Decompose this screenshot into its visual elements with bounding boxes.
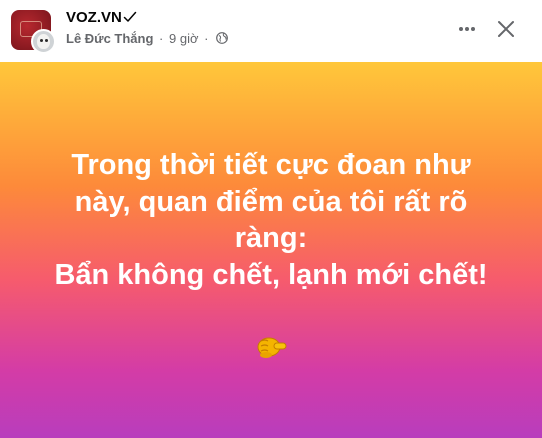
author-avatar-face [37, 34, 50, 49]
post-background: Trong thời tiết cực đoan như này, quan đ… [0, 62, 542, 438]
author-avatar[interactable] [31, 29, 56, 54]
globe-icon [216, 32, 229, 44]
checkmark-icon [123, 11, 137, 22]
more-horizontal-icon [459, 27, 475, 31]
post-text-line: này, quan điểm của tôi rất rõ [74, 185, 468, 218]
post-text-line: Trong thời tiết cực đoan như [71, 149, 471, 181]
close-button[interactable] [488, 11, 524, 47]
page-name[interactable]: VOZ.VN [66, 9, 122, 26]
close-icon [498, 21, 514, 37]
post-text-line: Bẩn không chết, lạnh mới chết! [54, 258, 488, 291]
author-avatar-eye [40, 39, 43, 42]
post-meta: Lê Đức Thắng · 9 giờ · [66, 31, 229, 46]
meta-separator: · [159, 31, 164, 46]
author-avatar-eye [45, 39, 48, 42]
avatar-group[interactable] [11, 10, 56, 54]
post-time[interactable]: 9 giờ [169, 31, 199, 46]
meta-separator: · [204, 31, 209, 46]
author-name[interactable]: Lê Đức Thắng [66, 31, 153, 46]
pointing-hand-icon [257, 337, 287, 358]
post-text-line: ràng: [234, 222, 308, 254]
post-header: VOZ.VN Lê Đức Thắng · 9 giờ · [0, 0, 542, 62]
post-text: Trong thời tiết cực đoan như này, quan đ… [16, 147, 526, 293]
more-options-button[interactable] [449, 11, 485, 47]
